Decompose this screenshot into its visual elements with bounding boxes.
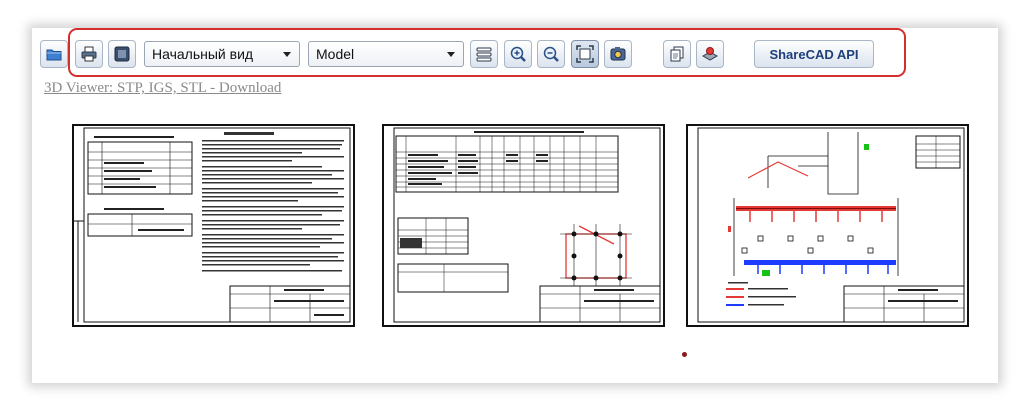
zoom-out-button[interactable] [537,40,565,68]
print-button[interactable] [75,40,103,68]
background-toggle-button[interactable] [108,40,136,68]
layers-button[interactable] [470,40,498,68]
view-select[interactable]: Начальный вид [144,41,300,67]
view-select-value: Начальный вид [152,46,254,62]
sharecad-api-button[interactable]: ShareCAD API [754,40,874,68]
folder-open-icon [45,45,63,63]
drawing-sheet-1[interactable] [72,124,355,327]
zoom-in-icon [509,45,527,63]
fit-to-screen-button[interactable] [571,40,599,68]
fit-to-screen-icon [576,45,594,63]
copy-button[interactable] [663,40,691,68]
zoom-in-button[interactable] [504,40,532,68]
drawing-sheet-2[interactable] [382,124,665,327]
open-file-button[interactable] [40,40,68,68]
copy-icon [668,45,686,63]
background-toggle-icon [113,45,131,63]
snapshot-icon [609,45,627,63]
chevron-down-icon [447,52,455,57]
layout-select-value: Model [316,46,355,62]
cursor-dot [682,352,687,357]
drawing-sheet-3[interactable] [686,124,969,327]
layout-select[interactable]: Model [308,41,464,67]
chevron-down-icon [283,52,291,57]
layers-icon [475,45,493,63]
render-button[interactable] [696,40,724,68]
printer-icon [80,45,98,63]
download-link[interactable]: 3D Viewer: STP, IGS, STL - Download [44,80,281,97]
zoom-out-icon [542,45,560,63]
snapshot-button[interactable] [604,40,632,68]
render-icon [701,45,719,63]
